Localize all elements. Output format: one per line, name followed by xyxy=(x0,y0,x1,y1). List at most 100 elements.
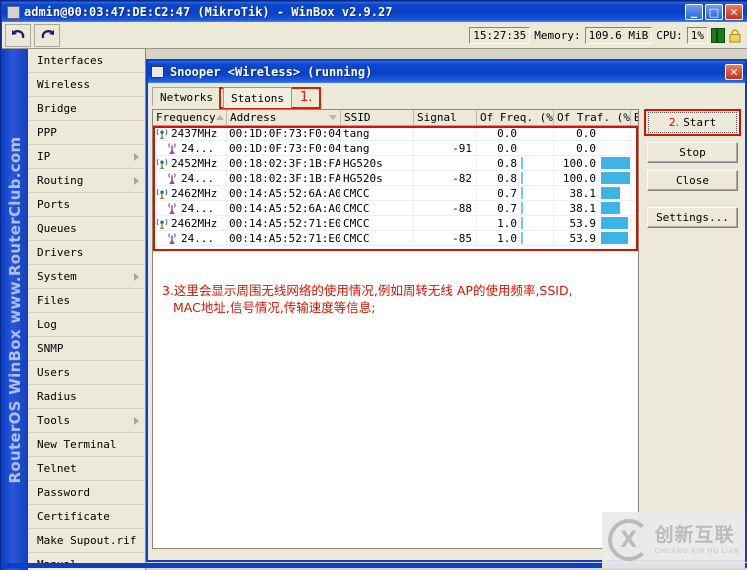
of-freq-bar xyxy=(521,217,523,229)
table-header-ssid[interactable]: SSID xyxy=(341,110,414,125)
table-row[interactable]: 24... 00:1D:0F:73:F0:04 tang -91 0.0 0.0 xyxy=(153,141,638,156)
sidebar-item-routing[interactable]: Routing xyxy=(28,169,145,193)
cpu-label: CPU: xyxy=(656,28,683,42)
cell-frequency: 24... xyxy=(153,231,227,245)
watermark-text: 创新互联 CHUANG XIN HU LIAN xyxy=(654,524,740,555)
frequency-value: 24... xyxy=(181,141,215,155)
start-button[interactable]: 2. Start xyxy=(648,112,737,133)
close-snooper-button[interactable]: Close xyxy=(647,170,738,191)
table-row[interactable]: 2437MHz 00:1D:0F:73:F0:04 tang 0.0 0.0 xyxy=(153,126,638,141)
table-row[interactable]: 24... 00:14:A5:52:71:E0CMCC -85 1.0 53.9 1 xyxy=(153,231,638,246)
table-row[interactable]: 24... 00:14:A5:52:6A:A0 CMCC -88 0.7 38.1 xyxy=(153,201,638,216)
sidebar-item-radius[interactable]: Radius xyxy=(28,385,145,409)
minimize-icon: _ xyxy=(690,4,698,19)
table-header-signal[interactable]: Signal xyxy=(414,110,477,125)
cell-of-traf: 53.9 xyxy=(554,216,631,230)
snooper-tabs: Networks Stations 1. xyxy=(152,87,741,109)
cell-signal xyxy=(414,216,477,230)
cell-signal: -91 xyxy=(414,141,477,155)
cell-of-traf: 0.0 xyxy=(554,126,631,140)
tab-stations[interactable]: Stations xyxy=(222,87,292,108)
undo-arrow-icon xyxy=(11,29,26,42)
cell-signal: -82 xyxy=(414,171,477,185)
table-header-frequency[interactable]: Frequency xyxy=(153,110,227,125)
settings-button-label: Settings... xyxy=(656,211,729,224)
ssid-value: HG520s xyxy=(343,156,383,170)
of-freq-value: 0.8 xyxy=(497,171,517,185)
snooper-close-button[interactable]: ✕ xyxy=(725,64,743,80)
minimize-button[interactable]: _ xyxy=(685,4,703,20)
sidebar-item-queues[interactable]: Queues xyxy=(28,217,145,241)
of-traf-bar xyxy=(601,217,629,229)
close-icon: ✕ xyxy=(729,65,739,79)
cell-band xyxy=(631,156,638,170)
frequency-value: 2462MHz xyxy=(171,216,218,230)
sidebar-item-ip[interactable]: IP xyxy=(28,145,145,169)
sidebar-item-certificate[interactable]: Certificate xyxy=(28,505,145,529)
cell-address: 00:1D:0F:73:F0:04 xyxy=(227,126,341,140)
sidebar-item-wireless[interactable]: Wireless xyxy=(28,73,145,97)
table-row[interactable]: 24... 00:18:02:3F:1B:FA HG520s -82 0.8 100.0 xyxy=(153,171,638,186)
close-button[interactable]: ✕ xyxy=(725,4,743,20)
sidebar-item-ppp[interactable]: PPP xyxy=(28,121,145,145)
table-header-row: Frequency Address SSID Signal Of Freq. (%) Of… xyxy=(153,110,638,126)
cell-address: 00:18:02:3F:1B:FA xyxy=(227,156,341,170)
frequency-value: 2462MHz xyxy=(171,186,218,200)
table-header-of-traf[interactable]: Of Traf. (%) xyxy=(554,110,631,125)
table-row[interactable]: 2462MHz 00:14:A5:52:71:E0CMCC 1.0 53.9 1 xyxy=(153,216,638,231)
address-value: 00:14:A5:52:71:E0 xyxy=(229,216,341,230)
snooper-titlebar: Snooper <Wireless> (running) ✕ xyxy=(148,61,745,83)
cell-of-freq: 0.7 xyxy=(477,186,554,200)
maximize-icon: □ xyxy=(708,5,720,19)
address-value: 00:18:02:3F:1B:FA xyxy=(229,156,341,170)
sidebar-item-bridge[interactable]: Bridge xyxy=(28,97,145,121)
sidebar-item-label: Queues xyxy=(37,222,77,235)
sidebar-item-log[interactable]: Log xyxy=(28,313,145,337)
table-header-address[interactable]: Address xyxy=(227,110,341,125)
cell-frequency: 24... xyxy=(153,201,227,215)
sidebar-item-new-terminal[interactable]: New Terminal xyxy=(28,433,145,457)
watermark-pinyin: CHUANG XIN HU LIAN xyxy=(654,546,740,555)
sidebar-item-label: Radius xyxy=(37,390,77,403)
maximize-button[interactable]: □ xyxy=(705,4,723,20)
cell-address: 00:14:A5:52:6A:A0 xyxy=(227,186,341,200)
sidebar-item-drivers[interactable]: Drivers xyxy=(28,241,145,265)
sidebar-item-system[interactable]: System xyxy=(28,265,145,289)
table-row[interactable]: 2462MHz 00:14:A5:52:6A:A0 CMCC 0.7 38.1 xyxy=(153,186,638,201)
sidebar-item-make-supout-rif[interactable]: Make Supout.rif xyxy=(28,529,145,553)
undo-button[interactable] xyxy=(5,23,31,47)
cell-of-traf: 38.1 xyxy=(554,186,631,200)
ssid-value: CMCC xyxy=(343,216,370,230)
sidebar-item-password[interactable]: Password xyxy=(28,481,145,505)
cell-of-freq: 0.0 xyxy=(477,126,554,140)
of-traf-bar xyxy=(601,187,621,199)
of-traf-value: 53.9 xyxy=(569,216,597,230)
of-traf-bar xyxy=(601,232,629,244)
sidebar-item-files[interactable]: Files xyxy=(28,289,145,313)
sidebar-item-tools[interactable]: Tools xyxy=(28,409,145,433)
cell-of-traf: 38.1 xyxy=(554,201,631,215)
table-header-label: SSID xyxy=(344,111,371,124)
stations-table[interactable]: Frequency Address SSID Signal Of Freq. (%) Of… xyxy=(152,109,639,549)
cell-ssid: HG520s xyxy=(341,171,414,185)
annotation-3-text: 3.这里会显示周围无线网络的使用情况,例如周转无线 AP的使用频率,SSID, … xyxy=(162,282,632,316)
chevron-right-icon xyxy=(134,272,139,281)
table-row[interactable]: 2452MHz 00:18:02:3F:1B:FA HG520s 0.8 100.0 xyxy=(153,156,638,171)
cell-band xyxy=(631,201,638,215)
address-value: 00:14:A5:52:6A:A0 xyxy=(229,186,341,200)
settings-button[interactable]: Settings... xyxy=(647,207,738,228)
table-header-ban[interactable]: Ban xyxy=(631,110,638,125)
tab-networks[interactable]: Networks xyxy=(152,87,221,106)
sidebar-item-users[interactable]: Users xyxy=(28,361,145,385)
stop-button[interactable]: Stop xyxy=(647,142,738,163)
sidebar-item-ports[interactable]: Ports xyxy=(28,193,145,217)
redo-button[interactable] xyxy=(34,23,60,47)
cell-signal xyxy=(414,126,477,140)
cell-frequency: 2452MHz xyxy=(153,156,227,170)
sidebar-item-snmp[interactable]: SNMP xyxy=(28,337,145,361)
sidebar-item-telnet[interactable]: Telnet xyxy=(28,457,145,481)
sidebar-item-label: IP xyxy=(37,150,51,163)
table-header-of-freq[interactable]: Of Freq. (%) xyxy=(477,110,554,125)
sidebar-item-interfaces[interactable]: Interfaces xyxy=(28,49,145,73)
cell-frequency: 2462MHz xyxy=(153,186,227,200)
